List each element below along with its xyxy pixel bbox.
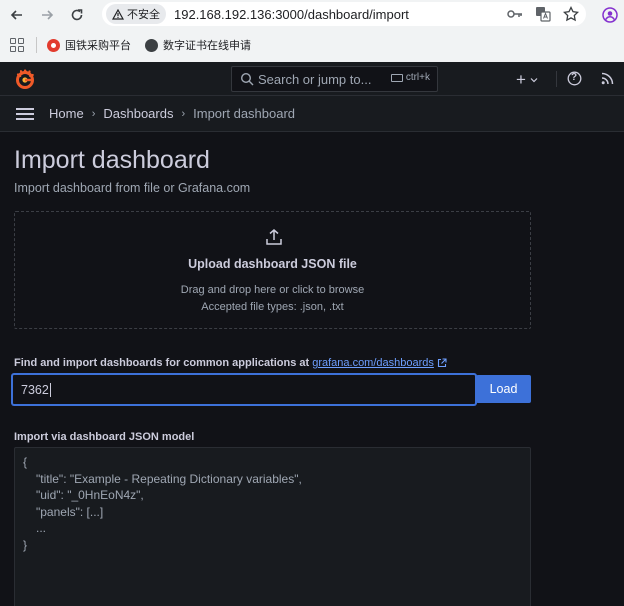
search-shortcut-label: ctrl+k — [405, 72, 430, 83]
grafana-logo-icon[interactable] — [14, 68, 36, 90]
page-title: Import dashboard — [14, 146, 210, 174]
search-input[interactable]: Search or jump to... ctrl+k — [231, 66, 438, 92]
back-icon[interactable] — [4, 2, 30, 28]
bookmark-favicon-icon — [47, 38, 60, 52]
upload-title: Upload dashboard JSON file — [188, 257, 357, 271]
bookmark-label: 国铁采购平台 — [65, 40, 131, 52]
reload-icon[interactable] — [64, 2, 90, 28]
news-feed-button[interactable] — [601, 72, 614, 85]
add-new-button[interactable]: + — [516, 70, 538, 90]
code-line: "uid": "_0HnEoN4z", — [36, 488, 144, 502]
rss-icon — [601, 72, 614, 85]
browser-chrome: 不安全 192.168.192.136:3000/dashboard/impor… — [0, 0, 624, 62]
upload-dropzone[interactable]: Upload dashboard JSON file Drag and drop… — [14, 211, 531, 329]
bookmark-item[interactable]: 数字证书在线申请 — [145, 37, 251, 53]
apps-grid-icon[interactable] — [10, 38, 24, 52]
bookmark-item[interactable]: 国铁采购平台 — [47, 37, 131, 53]
external-link-icon[interactable] — [437, 358, 447, 368]
upload-hint: Drag and drop here or click to browse — [180, 284, 365, 296]
bookmarks-bar: 国铁采购平台 数字证书在线申请 — [0, 32, 624, 58]
forward-icon[interactable] — [34, 2, 60, 28]
find-import-label: Find and import dashboards for common ap… — [14, 357, 447, 369]
text-caret — [49, 382, 51, 397]
translate-icon[interactable] — [534, 5, 552, 23]
find-import-text: Find and import dashboards for common ap… — [14, 357, 310, 369]
bookmark-star-icon[interactable] — [562, 5, 580, 23]
warning-icon — [112, 8, 124, 20]
json-model-label: Import via dashboard JSON model — [14, 431, 195, 443]
bookmark-label: 数字证书在线申请 — [163, 40, 251, 52]
grafana-dashboards-link[interactable]: grafana.com/dashboards — [312, 357, 434, 369]
search-shortcut: ctrl+k — [390, 72, 430, 83]
code-line: { — [23, 455, 28, 469]
chevron-down-icon — [530, 78, 538, 83]
code-line: "panels": [...] — [36, 504, 104, 519]
breadcrumb-home[interactable]: Home — [49, 106, 84, 121]
breadcrumb-dashboards[interactable]: Dashboards — [103, 106, 173, 121]
search-icon — [240, 72, 254, 86]
keyboard-icon — [390, 73, 403, 82]
address-bar[interactable]: 不安全 192.168.192.136:3000/dashboard/impor… — [102, 2, 586, 26]
search-placeholder: Search or jump to... — [258, 71, 372, 87]
key-icon[interactable] — [506, 5, 524, 23]
json-model-textarea[interactable]: { "title": "Example - Repeating Dictiona… — [14, 447, 531, 606]
globe-icon — [145, 38, 158, 52]
upload-icon — [266, 229, 282, 245]
security-label: 不安全 — [127, 9, 160, 21]
dashboard-id-input[interactable]: 7362 — [12, 374, 476, 405]
help-button[interactable]: ? — [567, 71, 582, 86]
breadcrumb-separator: › — [181, 107, 186, 120]
code-line: "title": "Example - Repeating Dictionary… — [36, 471, 302, 486]
address-row: 不安全 192.168.192.136:3000/dashboard/impor… — [0, 0, 624, 30]
code-line: ... — [36, 521, 47, 535]
grafana-topbar: Search or jump to... ctrl+k + ? — [0, 62, 624, 96]
breadcrumb-separator: › — [91, 107, 96, 120]
url-text: 192.168.192.136:3000/dashboard/import — [174, 6, 409, 22]
dashboard-id-value: 7362 — [21, 382, 49, 397]
bookmarks-divider — [36, 37, 37, 53]
profile-icon[interactable] — [600, 5, 620, 25]
security-chip[interactable]: 不安全 — [106, 4, 166, 24]
plus-icon: + — [516, 70, 526, 89]
page-subtitle: Import dashboard from file or Grafana.co… — [14, 181, 251, 195]
help-label: ? — [571, 72, 578, 83]
code-line: } — [23, 537, 28, 552]
menu-icon[interactable] — [16, 107, 34, 120]
load-button[interactable]: Load — [476, 375, 531, 403]
header-divider — [556, 71, 557, 87]
breadcrumb: Home › Dashboards › Import dashboard — [0, 96, 624, 132]
breadcrumb-current: Import dashboard — [193, 106, 296, 121]
upload-file-types: Accepted file types: .json, .txt — [201, 301, 344, 313]
